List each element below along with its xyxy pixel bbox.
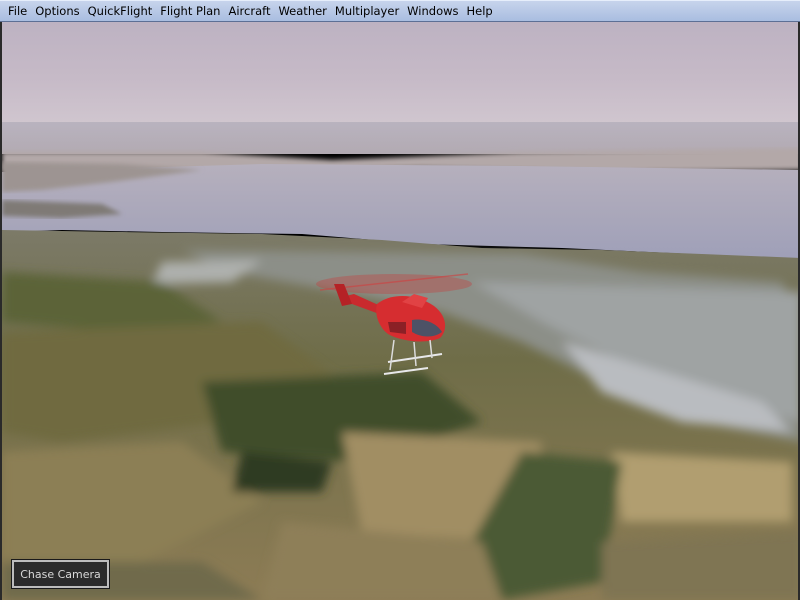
menu-multiplayer[interactable]: Multiplayer: [331, 1, 403, 21]
menu-options[interactable]: Options: [31, 1, 83, 21]
menu-weather[interactable]: Weather: [274, 1, 330, 21]
menu-aircraft[interactable]: Aircraft: [224, 1, 274, 21]
menu-help[interactable]: Help: [463, 1, 497, 21]
chase-camera-label: Chase Camera: [20, 567, 101, 581]
menu-flight-plan[interactable]: Flight Plan: [156, 1, 224, 21]
flight-simulator-window: File Options QuickFlight Flight Plan Air…: [0, 0, 800, 600]
scenery-view: [2, 22, 798, 600]
horizon-haze: [2, 122, 798, 154]
menu-file[interactable]: File: [4, 1, 31, 21]
menu-windows[interactable]: Windows: [403, 1, 462, 21]
3d-viewport[interactable]: Chase Camera: [0, 22, 800, 600]
chase-camera-button[interactable]: Chase Camera: [11, 559, 110, 589]
sky: [2, 22, 798, 124]
menu-bar: File Options QuickFlight Flight Plan Air…: [0, 0, 800, 22]
menu-quickflight[interactable]: QuickFlight: [84, 1, 157, 21]
